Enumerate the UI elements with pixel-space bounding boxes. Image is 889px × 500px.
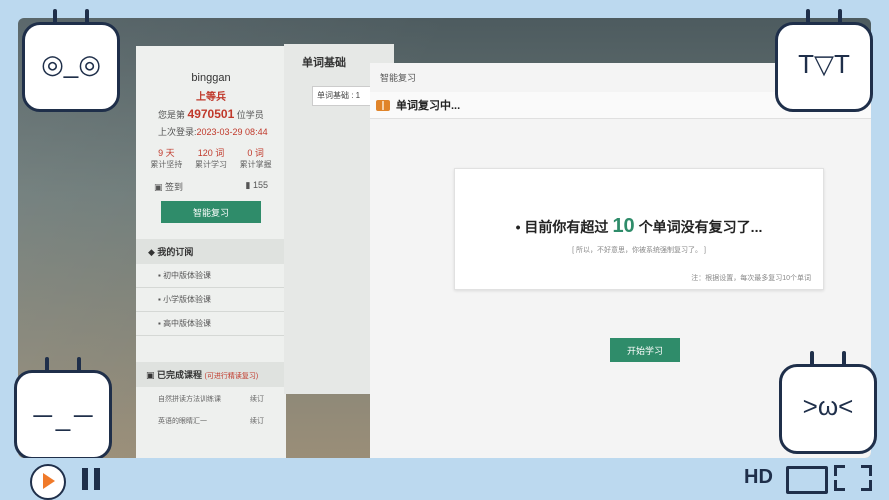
- rank-line-prefix: 您是第: [158, 110, 186, 120]
- rank-line-suffix: 位学员: [236, 110, 264, 120]
- stats-row: 9 天累计坚持 120 词累计学习 0 词累计掌握: [136, 146, 286, 170]
- renew-link[interactable]: 续订: [250, 394, 264, 404]
- rank-number: 4970501: [187, 107, 235, 121]
- fullscreen-icon[interactable]: [834, 465, 872, 491]
- player-controls: HD: [0, 458, 889, 500]
- shy-face-icon: >ω<: [802, 391, 854, 421]
- tag-icon: ◆: [148, 247, 158, 257]
- modal-title: 单词复习中...: [396, 100, 461, 112]
- play-icon[interactable]: [30, 464, 66, 500]
- hd-toggle[interactable]: HD: [744, 466, 773, 489]
- user-rank: 上等兵: [196, 92, 226, 103]
- course-item[interactable]: ▪ 初中版体验课: [136, 264, 286, 288]
- review-message: • 目前你有超过 10 个单词没有复习了...: [515, 215, 763, 237]
- calendar-icon: ▣: [146, 370, 158, 380]
- stat-learned: 120 词累计学习: [194, 148, 227, 169]
- smart-review-button[interactable]: 智能复习: [161, 201, 261, 223]
- open-book-icon: [376, 99, 390, 111]
- crying-face-icon: T▽T: [798, 49, 850, 79]
- renew-link[interactable]: 续订: [250, 416, 264, 426]
- stat-days: 9 天累计坚持: [150, 148, 183, 169]
- mascot-sticker-top-left: ◎_◎: [22, 9, 120, 112]
- username: binggan: [191, 72, 231, 84]
- rank-line: 您是第 4970501 位学员: [136, 107, 286, 121]
- last-login-date: 2023-03-29 08:44: [196, 127, 268, 137]
- pause-icon[interactable]: [82, 468, 100, 490]
- completed-course-item[interactable]: 英语的眼睛汇一 续订: [136, 412, 286, 430]
- overdue-count: 10: [612, 215, 635, 237]
- video-frame: binggan 上等兵 您是第 4970501 位学员 上次登录:2023-03…: [0, 0, 889, 500]
- review-notice-card: • 目前你有超过 10 个单词没有复习了... [ 所以，不好意思，你被系统强制复习…: [454, 168, 824, 290]
- course-item[interactable]: ▪ 高中版体验课: [136, 312, 286, 336]
- last-login-line: 上次登录:2023-03-29 08:44: [136, 125, 286, 138]
- coin-icon: ▮: [245, 180, 253, 190]
- sign-in-link[interactable]: ▣ 签到: [154, 180, 183, 193]
- completed-course-item[interactable]: 自然拼读方法训练课 续订: [136, 390, 286, 408]
- completed-courses-title: ▣ 已完成课程 (可进行精读复习): [136, 362, 286, 387]
- review-note: 注：根据设置，每次最多复习10个单词: [691, 275, 811, 282]
- start-learning-button[interactable]: 开始学习: [610, 338, 680, 362]
- mascot-sticker-top-right: T▽T: [775, 9, 873, 112]
- glasses-face-icon: ◎_◎: [41, 49, 101, 79]
- unamused-face-icon: －_－: [29, 402, 97, 432]
- profile-panel: binggan 上等兵 您是第 4970501 位学员 上次登录:2023-03…: [136, 46, 286, 458]
- course-item[interactable]: ▪ 小学版体验课: [136, 288, 286, 312]
- sign-row: ▣ 签到 ▮ 155: [136, 180, 286, 193]
- mascot-sticker-bottom-right: >ω<: [779, 351, 877, 454]
- last-login-label: 上次登录:: [158, 127, 197, 137]
- video-screen[interactable]: binggan 上等兵 您是第 4970501 位学员 上次登录:2023-03…: [18, 18, 871, 458]
- calendar-icon: ▣: [154, 182, 166, 192]
- mascot-sticker-bottom-left: －_－: [14, 357, 112, 460]
- review-submessage: [ 所以，不好意思，你被系统强制复习了。 ]: [572, 247, 706, 254]
- stat-mastered: 0 词累计掌握: [239, 148, 272, 169]
- coins: ▮ 155: [245, 180, 268, 190]
- subscriptions-title: ◆ 我的订阅: [136, 239, 286, 264]
- theater-mode-icon[interactable]: [786, 466, 828, 494]
